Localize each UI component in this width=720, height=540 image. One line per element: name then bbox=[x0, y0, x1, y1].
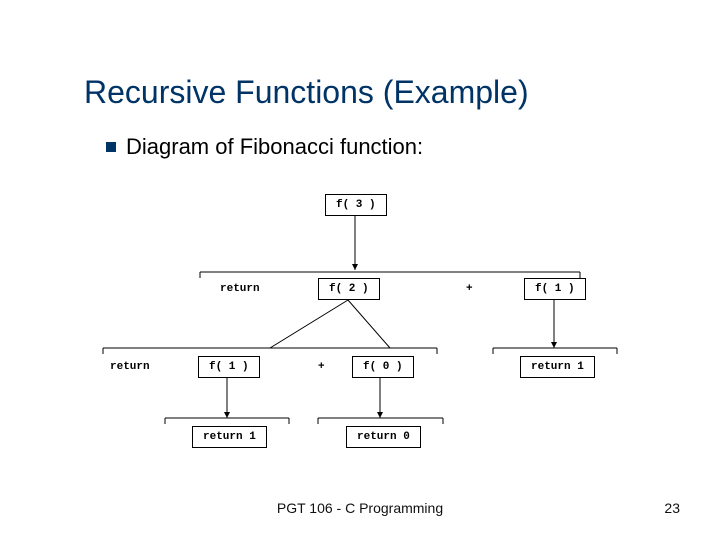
node-f2: f( 2 ) bbox=[318, 278, 380, 300]
page-number: 23 bbox=[664, 500, 680, 516]
fibonacci-diagram: f( 3 ) return f( 2 ) + f( 1 ) return f( … bbox=[0, 0, 720, 540]
footer-text: PGT 106 - C Programming bbox=[0, 500, 720, 516]
node-f1a: f( 1 ) bbox=[198, 356, 260, 378]
node-return1a: return 1 bbox=[192, 426, 267, 448]
node-f1b: f( 1 ) bbox=[524, 278, 586, 300]
node-return0: return 0 bbox=[346, 426, 421, 448]
label-plus-mid: + bbox=[318, 361, 325, 373]
connector-lines bbox=[0, 0, 720, 540]
label-plus-top: + bbox=[466, 283, 473, 295]
label-return-mid: return bbox=[110, 361, 150, 373]
node-f3: f( 3 ) bbox=[325, 194, 387, 216]
label-return-top: return bbox=[220, 283, 260, 295]
node-return1b: return 1 bbox=[520, 356, 595, 378]
node-f0: f( 0 ) bbox=[352, 356, 414, 378]
